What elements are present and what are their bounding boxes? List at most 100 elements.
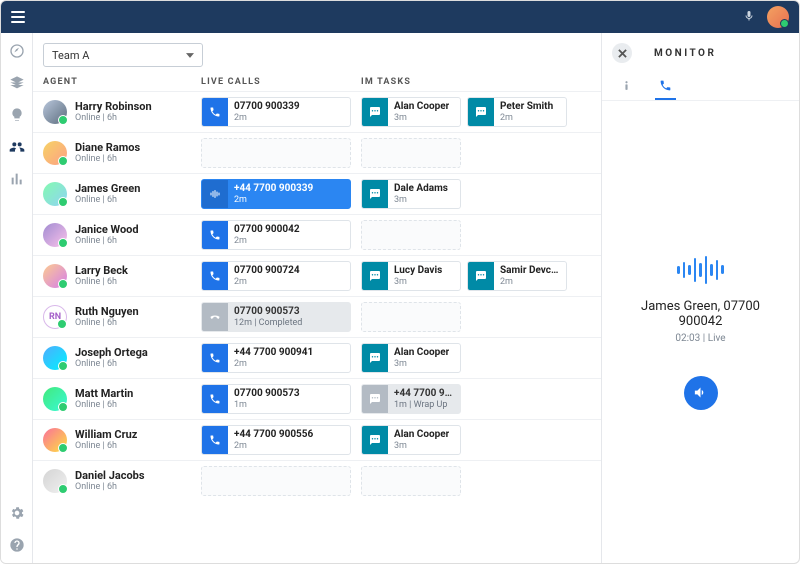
chat-icon (362, 262, 388, 290)
people-icon[interactable] (9, 139, 25, 155)
agent-row: James Green Online | 6h +44 7700 9003392… (33, 173, 601, 214)
im-task-card[interactable]: Lucy Davis3m (361, 261, 461, 291)
monitor-name: James Green, 07700 900042 (622, 299, 779, 329)
im-contact: Lucy Davis (394, 265, 442, 277)
agent-status: Online | 6h (75, 113, 152, 124)
call-duration: 2m (234, 359, 313, 369)
chat-icon (468, 98, 494, 126)
live-call-card[interactable]: 07700 90057312m | Completed (201, 302, 351, 332)
phone-icon (202, 344, 228, 372)
agent-cell[interactable]: Diane Ramos Online | 6h (43, 141, 201, 166)
live-call-card[interactable]: 07700 9003392m (201, 97, 351, 127)
agent-status: Online | 6h (75, 482, 145, 493)
agent-status: Online | 6h (75, 236, 139, 247)
agent-row: Larry Beck Online | 6h 07700 9007242m Lu… (33, 255, 601, 296)
im-task-card[interactable]: Dale Adams3m (361, 179, 461, 209)
live-call-card[interactable]: +44 7700 9009412m (201, 343, 351, 373)
phone-icon (202, 426, 228, 454)
im-duration: 1m | Wrap Up (394, 400, 454, 410)
empty-live-slot (201, 138, 351, 168)
chat-icon (362, 180, 388, 208)
chat-icon (362, 385, 388, 413)
agent-avatar (43, 264, 67, 288)
agent-cell[interactable]: Harry Robinson Online | 6h (43, 100, 201, 125)
phone-icon (202, 221, 228, 249)
empty-live-slot (201, 466, 351, 496)
agent-cell[interactable]: Larry Beck Online | 6h (43, 264, 201, 289)
agent-status: Online | 6h (75, 277, 128, 288)
agent-status: Online | 6h (75, 400, 133, 411)
menu-icon[interactable] (11, 11, 25, 23)
call-duration: 1m (234, 400, 300, 410)
im-task-card[interactable]: Peter Smith2m (467, 97, 567, 127)
tab-call[interactable] (655, 73, 676, 100)
live-call-card[interactable]: +44 7700 9005562m (201, 425, 351, 455)
chat-icon (362, 344, 388, 372)
im-contact: Peter Smith (500, 101, 553, 113)
live-call-card[interactable]: 07700 9005731m (201, 384, 351, 414)
chat-icon (362, 98, 388, 126)
agent-row: RN Ruth Nguyen Online | 6h 07700 9005731… (33, 296, 601, 337)
microphone-icon[interactable] (743, 8, 755, 27)
user-avatar[interactable] (767, 6, 789, 28)
compass-icon[interactable] (9, 43, 25, 59)
close-icon[interactable] (612, 43, 632, 63)
agent-name: Daniel Jacobs (75, 469, 145, 483)
im-task-card[interactable]: Alan Cooper3m (361, 425, 461, 455)
im-task-card[interactable]: Samir Devchenka2m (467, 261, 567, 291)
live-call-card[interactable]: +44 7700 9003392m (201, 179, 351, 209)
agent-list: Harry Robinson Online | 6h 07700 9003392… (33, 91, 601, 501)
agent-row: William Cruz Online | 6h +44 7700 900556… (33, 419, 601, 460)
agent-status: Online | 6h (75, 441, 137, 452)
header-live: LIVE CALLS (201, 77, 361, 87)
waveform-icon (677, 255, 724, 285)
agent-name: Harry Robinson (75, 100, 152, 114)
agent-cell[interactable]: Janice Wood Online | 6h (43, 223, 201, 248)
im-contact: Alan Cooper (394, 101, 449, 113)
agent-cell[interactable]: RN Ruth Nguyen Online | 6h (43, 305, 201, 330)
agent-row: Joseph Ortega Online | 6h +44 7700 90094… (33, 337, 601, 378)
live-call-card[interactable]: 07700 9007242m (201, 261, 351, 291)
agent-cell[interactable]: Daniel Jacobs Online | 6h (43, 469, 201, 494)
agent-status: Online | 6h (75, 154, 140, 165)
speaker-button[interactable] (684, 376, 718, 410)
topbar (1, 1, 799, 33)
agent-cell[interactable]: William Cruz Online | 6h (43, 428, 201, 453)
im-duration: 3m (394, 277, 442, 287)
agent-avatar (43, 223, 67, 247)
help-icon[interactable] (9, 537, 25, 553)
panel-tabs (602, 73, 799, 101)
call-number: 07700 900724 (234, 265, 300, 277)
im-contact: Dale Adams (394, 183, 448, 195)
im-task-card[interactable]: Alan Cooper3m (361, 343, 461, 373)
empty-im-slot (361, 302, 461, 332)
agent-name: William Cruz (75, 428, 137, 442)
phone-icon (202, 180, 228, 208)
agent-cell[interactable]: Matt Martin Online | 6h (43, 387, 201, 412)
column-headers: AGENT LIVE CALLS IM TASKS (33, 73, 601, 91)
agent-row: Diane Ramos Online | 6h (33, 132, 601, 173)
gear-icon[interactable] (9, 505, 25, 521)
stack-icon[interactable] (9, 75, 25, 91)
team-select[interactable]: Team A (43, 43, 203, 67)
agent-cell[interactable]: James Green Online | 6h (43, 182, 201, 207)
call-duration: 2m (234, 441, 313, 451)
agent-avatar (43, 141, 67, 165)
agent-cell[interactable]: Joseph Ortega Online | 6h (43, 346, 201, 371)
bulb-icon[interactable] (9, 107, 25, 123)
tab-info[interactable] (616, 73, 637, 100)
agent-row: Janice Wood Online | 6h 07700 9000422m (33, 214, 601, 255)
agent-row: Daniel Jacobs Online | 6h (33, 460, 601, 501)
chart-icon[interactable] (9, 171, 25, 187)
im-task-card[interactable]: Alan Cooper3m (361, 97, 461, 127)
header-im: IM TASKS (361, 77, 591, 87)
im-contact: +44 7700 900724 (394, 388, 454, 400)
agent-avatar (43, 182, 67, 206)
call-duration: 2m (234, 113, 300, 123)
im-contact: Alan Cooper (394, 429, 449, 441)
live-call-card[interactable]: 07700 9000422m (201, 220, 351, 250)
call-number: +44 7700 900339 (234, 183, 313, 195)
im-task-card[interactable]: +44 7700 9007241m | Wrap Up (361, 384, 461, 414)
agent-avatar (43, 469, 67, 493)
agent-status: Online | 6h (75, 195, 140, 206)
